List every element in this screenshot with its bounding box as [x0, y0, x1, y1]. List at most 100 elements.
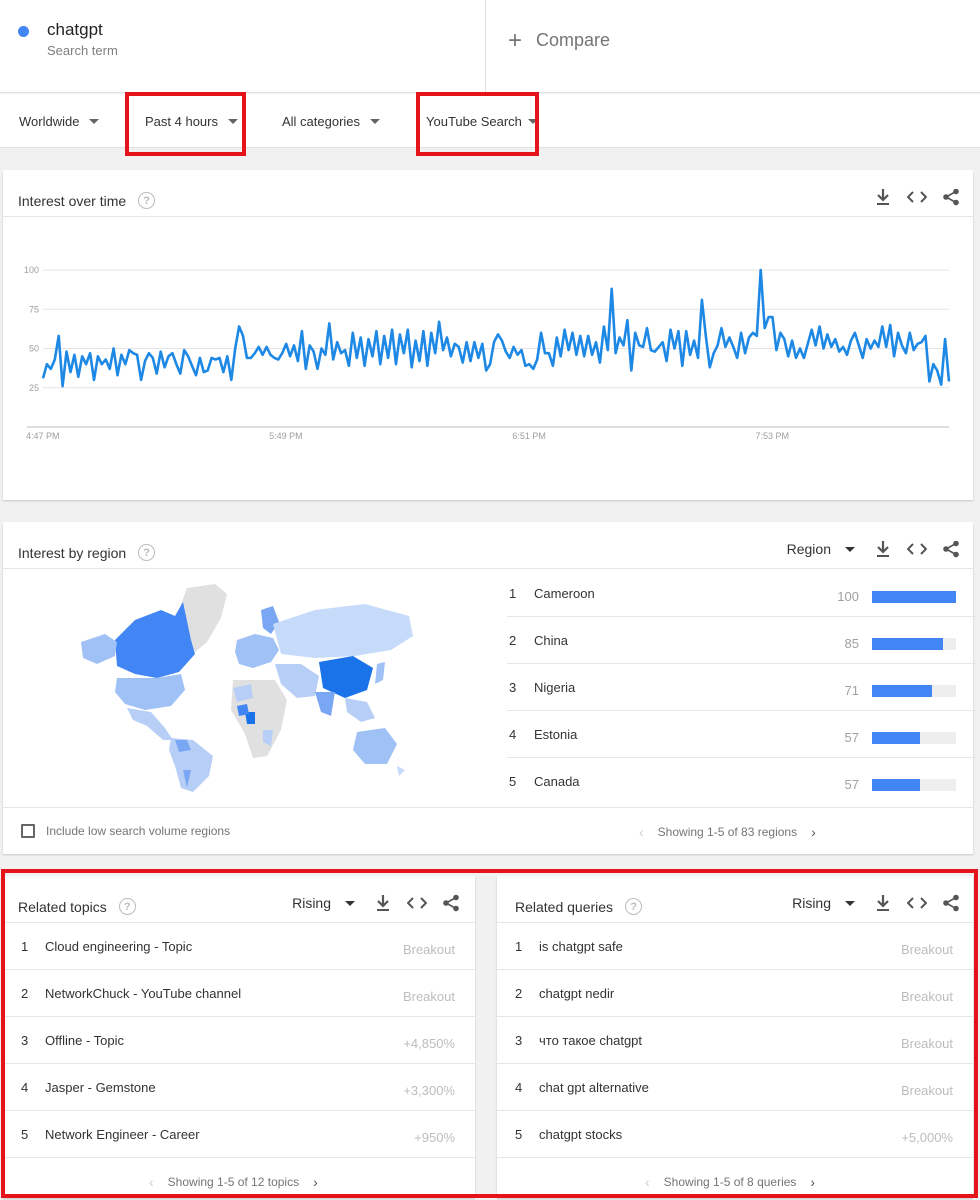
region-bar: [872, 638, 944, 650]
compare-button[interactable]: + Compare: [508, 26, 611, 54]
region-name: Cameroon: [534, 586, 595, 601]
interest-by-region-card: Interest by region ? Region 1 Cameroon 1…: [3, 522, 977, 854]
map-japan: [375, 662, 385, 684]
y-tick-label: 75: [29, 304, 39, 314]
map-russia: [273, 604, 413, 658]
compare-label: Compare: [536, 30, 611, 50]
region-bar-track: [872, 779, 956, 791]
interest-over-time-label: Interest over time: [18, 192, 127, 209]
region-bar: [872, 779, 920, 791]
region-row[interactable]: 4 Estonia 57: [507, 711, 977, 758]
region-bar-track: [872, 638, 956, 650]
y-tick-label: 100: [24, 265, 39, 275]
card-divider: [3, 807, 973, 808]
map-south-america: [169, 738, 213, 792]
region-value: 85: [844, 636, 859, 651]
region-pager: ‹ Showing 1-5 of 83 regions ›: [639, 824, 816, 840]
region-bar-track: [872, 591, 956, 603]
interest-over-time-card: Interest over time ? 25 50 75 100 4:47 PM 5:4…: [3, 170, 973, 500]
highlight-box-time: [125, 92, 246, 156]
card-divider: [3, 216, 973, 217]
search-term-card[interactable]: chatgpt Search term: [0, 0, 486, 93]
card-tools: Region: [787, 538, 961, 560]
region-value: 57: [844, 777, 859, 792]
search-term-text[interactable]: chatgpt: [47, 20, 103, 40]
map-china: [319, 656, 373, 698]
region-bar: [872, 732, 920, 744]
region-row[interactable]: 5 Canada 57: [507, 758, 977, 805]
highlight-box-related: [1, 869, 978, 1198]
location-filter[interactable]: Worldwide: [19, 94, 100, 148]
search-term-header: chatgpt Search term + Compare: [0, 0, 980, 93]
map-india: [315, 692, 335, 716]
region-pager-text: Showing 1-5 of 83 regions: [657, 825, 798, 839]
region-name: China: [534, 633, 568, 648]
chevron-left-icon[interactable]: ‹: [639, 824, 644, 840]
region-name: Canada: [534, 774, 580, 789]
region-rank: 1: [509, 586, 517, 601]
region-rank: 3: [509, 680, 517, 695]
card-tools: [873, 186, 961, 208]
category-filter[interactable]: All categories: [282, 94, 381, 148]
location-filter-label: Worldwide: [19, 113, 80, 129]
download-icon[interactable]: [873, 186, 893, 208]
region-bar: [872, 591, 956, 603]
region-select-label: Region: [786, 541, 831, 557]
y-tick-label: 25: [29, 383, 39, 393]
map-australia: [353, 728, 397, 764]
plus-icon: +: [508, 26, 523, 54]
map-central-america: [127, 708, 173, 740]
dropdown-arrow-icon: [845, 546, 855, 552]
embed-code-icon[interactable]: [907, 538, 927, 560]
help-icon[interactable]: ?: [138, 192, 156, 209]
card-divider: [3, 568, 973, 569]
help-icon[interactable]: ?: [138, 544, 156, 561]
x-tick-label: 5:49 PM: [269, 431, 303, 441]
y-tick-label: 50: [29, 344, 39, 354]
region-value: 57: [844, 730, 859, 745]
chevron-right-icon[interactable]: ›: [811, 824, 816, 840]
dropdown-arrow-icon: [89, 118, 100, 124]
embed-code-icon[interactable]: [907, 186, 927, 208]
dropdown-arrow-icon: [370, 118, 381, 124]
map-usa: [115, 674, 185, 710]
region-row[interactable]: 2 China 85: [507, 617, 977, 664]
region-value: 71: [844, 683, 859, 698]
series-line-chatgpt: [41, 268, 951, 388]
map-se-asia: [345, 698, 375, 722]
interest-line-chart[interactable]: 25 50 75 100 4:47 PM 5:49 PM 6:51 PM 7:53 PM: [3, 220, 973, 500]
term-color-dot: [18, 26, 29, 37]
region-rank: 4: [509, 727, 517, 742]
region-resolution-select[interactable]: Region: [787, 541, 855, 557]
interest-by-region-label: Interest by region: [18, 544, 127, 561]
map-europe: [235, 634, 279, 668]
low-volume-label: Include low search volume regions: [46, 824, 231, 838]
region-bar-track: [872, 685, 956, 697]
map-canada: [115, 602, 195, 678]
x-tick-label: 4:47 PM: [26, 431, 60, 441]
highlight-box-property: [416, 92, 539, 156]
share-icon[interactable]: [941, 538, 961, 560]
search-term-subtitle: Search term: [47, 43, 118, 58]
region-rank: 5: [509, 774, 517, 789]
region-row[interactable]: 3 Nigeria 71: [507, 664, 977, 711]
region-row[interactable]: 1 Cameroon 100: [507, 570, 977, 617]
world-map[interactable]: [75, 580, 420, 795]
interest-over-time-title: Interest over time ?: [18, 192, 156, 209]
low-volume-checkbox[interactable]: [21, 824, 35, 838]
share-icon[interactable]: [941, 186, 961, 208]
x-tick-label: 7:53 PM: [756, 431, 790, 441]
category-filter-label: All categories: [282, 113, 361, 129]
interest-by-region-title: Interest by region ?: [18, 544, 156, 561]
map-nigeria: [237, 704, 249, 716]
region-bar-track: [872, 732, 956, 744]
region-name: Nigeria: [534, 680, 576, 695]
region-value: 100: [837, 589, 859, 604]
map-alaska: [81, 634, 117, 664]
x-tick-label: 6:51 PM: [512, 431, 546, 441]
download-icon[interactable]: [873, 538, 893, 560]
region-name: Estonia: [534, 727, 578, 742]
region-rank: 2: [509, 633, 517, 648]
low-volume-toggle[interactable]: Include low search volume regions: [21, 824, 230, 838]
region-bar: [872, 685, 932, 697]
